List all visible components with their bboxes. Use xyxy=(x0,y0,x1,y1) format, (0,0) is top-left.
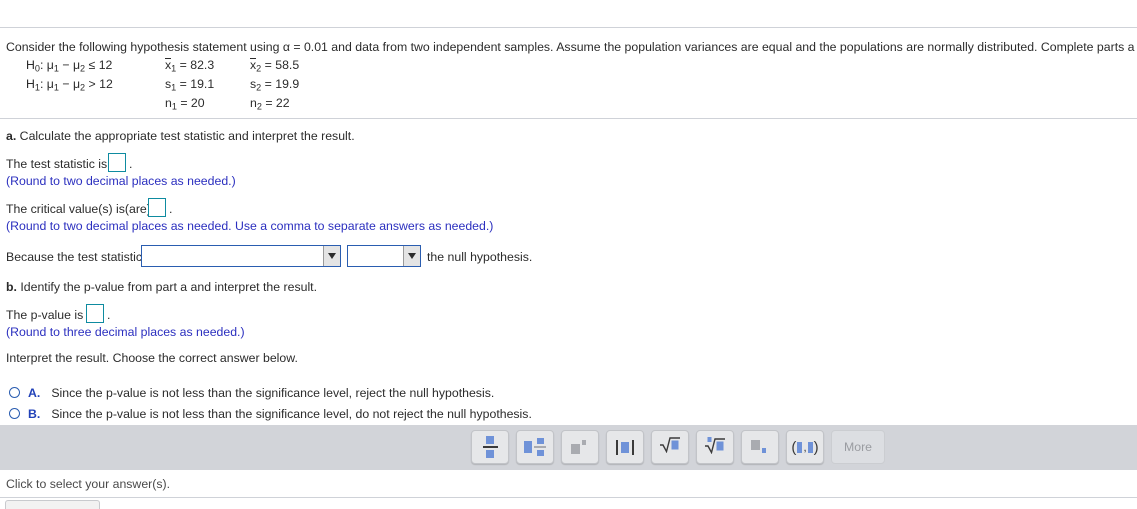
fraction-icon xyxy=(482,436,498,458)
critical-value-period: . xyxy=(169,202,173,216)
test-statistic-prompt: The test statistic is xyxy=(6,157,108,171)
option-a[interactable]: A. Since the p-value is not less than th… xyxy=(9,384,494,401)
option-b-text: Since the p-value is not less than the s… xyxy=(51,406,532,421)
problem-statement: Consider the following hypothesis statem… xyxy=(6,40,1137,54)
part-a-heading-text: Calculate the appropriate test statistic… xyxy=(16,129,355,143)
pvalue-hint: (Round to three decimal places as needed… xyxy=(6,325,245,339)
status-bar xyxy=(0,470,1137,497)
hypotheses-block: H0: μ1 − μ2 ≤ 12 H1: μ1 − μ2 > 12 xyxy=(26,56,113,94)
option-a-text: Since the p-value is not less than the s… xyxy=(51,385,495,400)
subscript-button[interactable] xyxy=(741,430,779,464)
square-root-button[interactable] xyxy=(651,430,689,464)
null-hypothesis: H0: μ1 − μ2 ≤ 12 xyxy=(26,58,113,74)
sample-1-mean: x1 = 82.3 xyxy=(165,58,215,74)
conclusion-prompt: Because the test statistic xyxy=(6,250,143,264)
nth-root-icon xyxy=(704,436,726,459)
radio-button-b[interactable] xyxy=(9,408,20,419)
conclusion-suffix: the null hypothesis. xyxy=(427,250,533,264)
top-band xyxy=(0,0,1137,27)
part-b-heading-text: Identify the p-value from part a and int… xyxy=(16,280,318,294)
math-palette-buttons: ( , ) More xyxy=(471,430,885,464)
interpret-prompt: Interpret the result. Choose the correct… xyxy=(6,351,298,365)
exponent-icon xyxy=(571,439,589,455)
more-button[interactable]: More xyxy=(831,430,885,464)
chevron-down-icon[interactable] xyxy=(403,246,420,266)
sample-2-mean: x2 = 58.5 xyxy=(250,58,300,74)
bottom-partial-button[interactable] xyxy=(5,500,100,509)
exercise-page: Consider the following hypothesis statem… xyxy=(0,0,1137,509)
part-a-marker: a. xyxy=(6,129,17,143)
sample-1-stats: x1 = 82.3 s1 = 19.1 n1 = 20 xyxy=(165,56,214,113)
part-b-heading: b. Identify the p-value from part a and … xyxy=(6,279,317,295)
interval-notation-icon: ( , ) xyxy=(791,438,819,456)
divider-top xyxy=(0,27,1137,28)
interval-notation-button[interactable]: ( , ) xyxy=(786,430,824,464)
test-statistic-input[interactable] xyxy=(108,153,126,172)
absolute-value-icon xyxy=(616,439,634,455)
mixed-number-button[interactable] xyxy=(516,430,554,464)
nth-root-button[interactable] xyxy=(696,430,734,464)
part-b-marker: b. xyxy=(6,280,17,294)
subscript-icon xyxy=(751,439,769,455)
critical-value-input[interactable] xyxy=(148,198,166,217)
exponent-button[interactable] xyxy=(561,430,599,464)
pvalue-period: . xyxy=(107,308,111,322)
sample-2-sd: s2 = 19.9 xyxy=(250,77,300,93)
divider-middle xyxy=(0,118,1137,119)
sample-2-size: n2 = 22 xyxy=(250,96,290,112)
conclusion-comparison-dropdown[interactable] xyxy=(141,245,341,267)
divider-bottom xyxy=(0,497,1137,498)
mixed-number-icon xyxy=(524,438,546,456)
critical-value-prompt: The critical value(s) is(are) xyxy=(6,202,151,216)
fraction-button[interactable] xyxy=(471,430,509,464)
option-b-letter: B. xyxy=(28,406,41,421)
sample-1-size: n1 = 20 xyxy=(165,96,205,112)
square-root-icon xyxy=(659,436,681,458)
sample-2-stats: x2 = 58.5 s2 = 19.9 n2 = 22 xyxy=(250,56,299,113)
critical-value-hint: (Round to two decimal places as needed. … xyxy=(6,219,494,233)
chevron-down-icon[interactable] xyxy=(323,246,340,266)
conclusion-decision-dropdown[interactable] xyxy=(347,245,421,267)
test-statistic-period: . xyxy=(129,157,133,171)
alternative-hypothesis: H1: μ1 − μ2 > 12 xyxy=(26,77,113,93)
part-a-heading: a. Calculate the appropriate test statis… xyxy=(6,128,355,144)
sample-1-sd: s1 = 19.1 xyxy=(165,77,215,93)
status-message: Click to select your answer(s). xyxy=(6,477,171,491)
math-palette-toolbar: ( , ) More xyxy=(0,425,1137,470)
option-a-letter: A. xyxy=(28,385,41,400)
test-statistic-hint: (Round to two decimal places as needed.) xyxy=(6,174,236,188)
radio-button-a[interactable] xyxy=(9,387,20,398)
pvalue-input[interactable] xyxy=(86,304,104,323)
absolute-value-button[interactable] xyxy=(606,430,644,464)
option-b[interactable]: B. Since the p-value is not less than th… xyxy=(9,405,532,422)
pvalue-prompt: The p-value is xyxy=(6,308,84,322)
